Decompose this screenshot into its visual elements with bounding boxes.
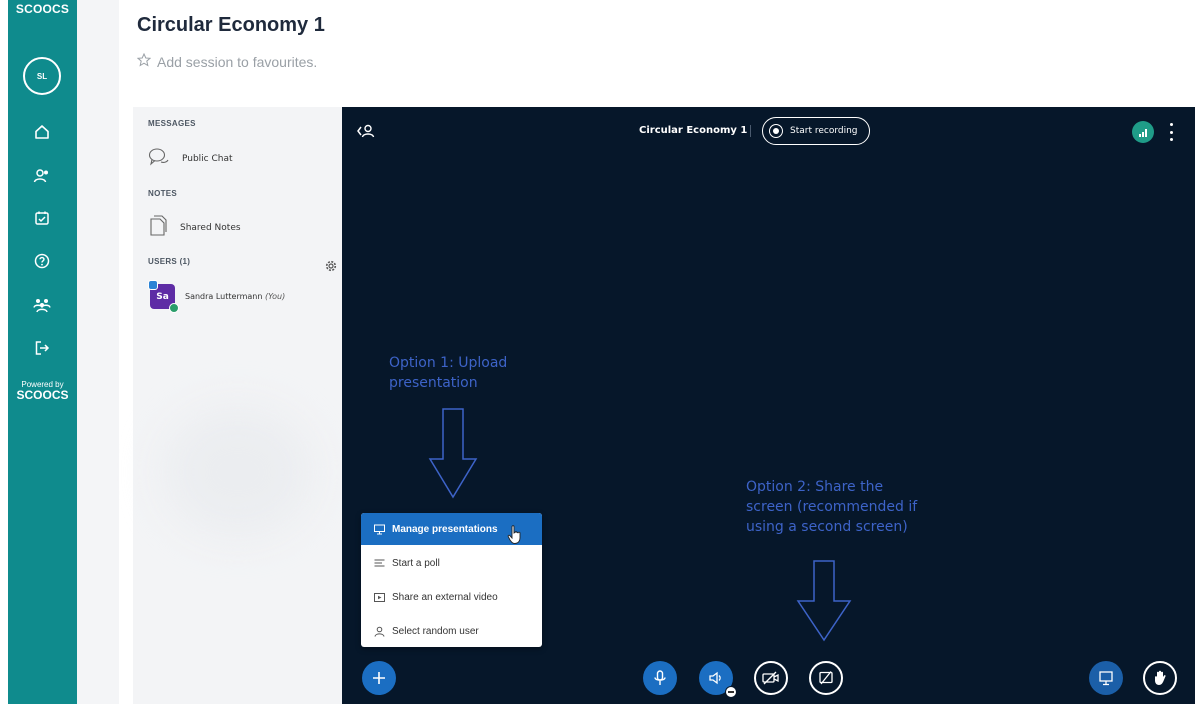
annotation-option-1: Option 1: Upload presentation — [389, 353, 507, 393]
users-heading: USERS (1) — [148, 257, 191, 266]
connection-status-icon[interactable] — [1132, 121, 1154, 143]
share-screen-button[interactable] — [809, 661, 843, 695]
hand-icon — [1155, 670, 1166, 685]
user-list-item[interactable]: Sa Sandra Luttermann (You) — [148, 280, 286, 313]
profile-avatar[interactable]: SL — [23, 57, 61, 95]
annotation-option-2-line-1: Option 2: Share the — [746, 479, 884, 495]
powered-by-brand: SCOOCS — [16, 388, 69, 402]
add-favourite-link[interactable]: Add session to favourites. — [136, 52, 318, 70]
start-poll-item[interactable]: Start a poll — [361, 547, 542, 579]
title-divider — [750, 125, 751, 137]
meeting-title: Circular Economy 1 — [639, 125, 748, 136]
webcam-button[interactable] — [754, 661, 788, 695]
share-external-video-item[interactable]: Share an external video — [361, 581, 542, 613]
record-label: Start recording — [790, 126, 858, 136]
user-initials: Sa — [156, 291, 169, 302]
annotation-option-2-line-2: screen (recommended if — [746, 499, 918, 515]
speaker-icon — [709, 671, 721, 685]
content-gutter — [77, 0, 119, 704]
shared-notes-item[interactable]: Shared Notes — [148, 215, 241, 240]
page-title: Circular Economy 1 — [137, 14, 325, 36]
actions-plus-button[interactable] — [362, 661, 396, 695]
annotation-option-2: Option 2: Share the screen (recommended … — [746, 477, 917, 537]
user-list-panel: MESSAGES Public Chat NOTES Shared Notes … — [133, 107, 342, 704]
select-random-user-label: Select random user — [392, 625, 479, 637]
raise-hand-button[interactable] — [1143, 661, 1177, 695]
voice-icon — [169, 303, 179, 313]
share-external-video-label: Share an external video — [392, 591, 498, 603]
chat-icon — [148, 147, 170, 170]
annotation-option-2-line-3: using a second screen) — [746, 519, 908, 535]
toggle-userlist-button[interactable] — [356, 123, 376, 139]
screen-share-off-icon — [819, 671, 833, 685]
users-icon[interactable] — [32, 166, 52, 186]
hand-cursor-icon — [507, 525, 521, 544]
arrow-down-icon — [428, 408, 478, 499]
start-poll-label: Start a poll — [392, 557, 440, 569]
notes-heading: NOTES — [148, 189, 178, 198]
home-icon[interactable] — [32, 122, 52, 142]
you-tag: (You) — [264, 292, 286, 301]
scoocs-logo[interactable]: SCOOCS — [8, 2, 77, 16]
public-chat-label: Public Chat — [182, 153, 233, 164]
poll-icon — [374, 558, 385, 569]
presenter-icon — [148, 280, 158, 290]
manage-presentations-label: Manage presentations — [392, 523, 498, 535]
messages-heading: MESSAGES — [148, 119, 196, 128]
microphone-button[interactable] — [643, 661, 677, 695]
presentation-icon — [374, 524, 385, 535]
audio-button[interactable] — [699, 661, 737, 698]
start-recording-button[interactable]: Start recording — [762, 117, 870, 145]
favourite-label: Add session to favourites. — [157, 53, 318, 70]
user-options-gear-icon[interactable] — [325, 259, 337, 272]
shared-notes-label: Shared Notes — [180, 222, 241, 233]
powered-by: Powered by SCOOCS — [8, 380, 77, 402]
panel-blur — [163, 407, 313, 537]
annotation-option-1-line-2: presentation — [389, 375, 478, 391]
logout-icon[interactable] — [32, 338, 52, 358]
star-icon — [136, 52, 152, 70]
groups-icon[interactable] — [32, 295, 52, 315]
app-rail: SCOOCS SL Powered by SCOOCS — [8, 0, 77, 704]
plus-icon — [373, 672, 385, 684]
help-icon[interactable] — [32, 251, 52, 271]
user-avatar: Sa — [148, 280, 179, 313]
options-menu-icon[interactable] — [1168, 123, 1174, 141]
app-root: SCOOCS SL Powered by SCOOCS Circular Eco… — [0, 0, 1195, 704]
video-off-icon — [762, 671, 779, 685]
video-icon — [374, 592, 385, 603]
presentation-icon — [1099, 671, 1113, 686]
user-name: Sandra Luttermann — [185, 292, 263, 301]
calendar-icon[interactable] — [32, 208, 52, 228]
public-chat-item[interactable]: Public Chat — [148, 147, 233, 170]
audio-settings-badge — [725, 686, 737, 698]
annotation-option-1-line-1: Option 1: Upload — [389, 355, 508, 371]
notes-icon — [148, 215, 168, 240]
arrow-down-icon — [796, 560, 852, 642]
meeting-stage: Circular Economy 1 Start recording Optio… — [342, 107, 1195, 704]
record-icon — [769, 124, 783, 138]
user-icon — [374, 626, 385, 637]
select-random-user-item[interactable]: Select random user — [361, 615, 542, 647]
microphone-icon — [654, 670, 666, 685]
presentation-toggle-button[interactable] — [1089, 661, 1123, 695]
